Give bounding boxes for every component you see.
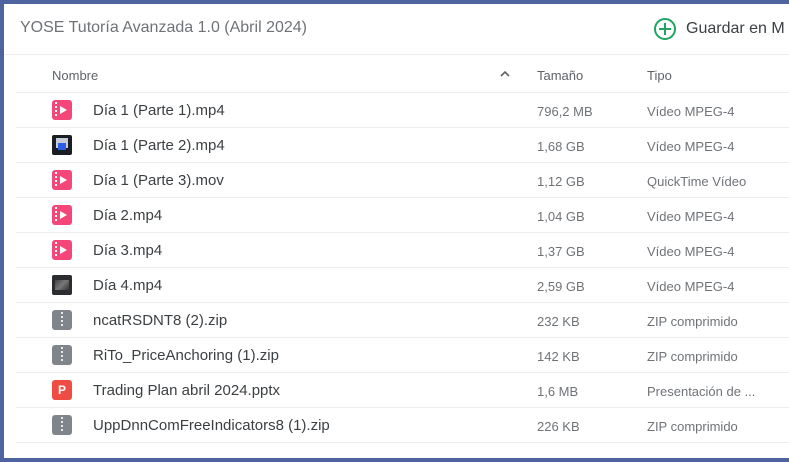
video-file-icon [52,240,72,260]
file-size: 1,12 GB [537,174,585,189]
file-size: 1,68 GB [537,139,585,154]
file-row[interactable]: Día 2.mp4 1,04 GB Vídeo MPEG-4 [16,198,789,233]
file-row[interactable]: P Trading Plan abril 2024.pptx 1,6 MB Pr… [16,373,789,408]
file-name: Día 4.mp4 [93,277,163,294]
add-circle-icon [654,18,676,40]
column-header-row: Nombre Tamaño Tipo [16,56,789,93]
zip-file-icon [52,415,72,435]
file-name: Trading Plan abril 2024.pptx [93,382,281,399]
folder-header: YOSE Tutoría Avanzada 1.0 (Abril 2024) G… [4,4,789,55]
file-row[interactable]: Día 4.mp4 2,59 GB Vídeo MPEG-4 [16,268,789,303]
file-type: ZIP comprimido [647,314,738,329]
file-type: ZIP comprimido [647,349,738,364]
file-size: 1,04 GB [537,209,585,224]
file-type: ZIP comprimido [647,419,738,434]
file-row[interactable]: Día 1 (Parte 3).mov 1,12 GB QuickTime Ví… [16,163,789,198]
file-list: Nombre Tamaño Tipo Día 1 (Parte 1).mp4 7… [16,56,789,443]
file-row[interactable]: ncatRSDNT8 (2).zip 232 KB ZIP comprimido [16,303,789,338]
file-size: 1,6 MB [537,384,579,399]
save-to-label: Guardar en M [686,20,785,37]
file-row[interactable]: Día 3.mp4 1,37 GB Vídeo MPEG-4 [16,233,789,268]
file-row[interactable]: UppDnnComFreeIndicators8 (1).zip 226 KB … [16,408,789,443]
file-row[interactable]: RiTo_PriceAnchoring (1).zip 142 KB ZIP c… [16,338,789,373]
file-name: UppDnnComFreeIndicators8 (1).zip [93,417,330,434]
video-file-icon [52,100,72,120]
pptx-file-icon: P [52,380,72,400]
file-size: 796,2 MB [537,104,593,119]
column-header-size[interactable]: Tamaño [537,68,583,83]
file-name: Día 2.mp4 [93,207,163,224]
file-row[interactable]: Día 1 (Parte 2).mp4 1,68 GB Vídeo MPEG-4 [16,128,789,163]
file-size: 1,37 GB [537,244,585,259]
file-name: Día 3.mp4 [93,242,163,259]
file-name: Día 1 (Parte 2).mp4 [93,137,225,154]
file-name: ncatRSDNT8 (2).zip [93,312,228,329]
file-type: QuickTime Vídeo [647,174,747,189]
folder-title: YOSE Tutoría Avanzada 1.0 (Abril 2024) [20,19,307,36]
file-type: Vídeo MPEG-4 [647,244,735,259]
window-frame: YOSE Tutoría Avanzada 1.0 (Abril 2024) G… [0,0,789,462]
file-type: Presentación de ... [647,384,756,399]
file-type: Vídeo MPEG-4 [647,209,735,224]
file-name: Día 1 (Parte 1).mp4 [93,102,225,119]
file-browser-panel: YOSE Tutoría Avanzada 1.0 (Abril 2024) G… [4,4,789,458]
file-type: Vídeo MPEG-4 [647,104,735,119]
video-file-icon [52,205,72,225]
file-name: Día 1 (Parte 3).mov [93,172,224,189]
sort-ascending-icon[interactable] [500,66,510,80]
video-thumbnail-icon [52,135,72,155]
file-row[interactable]: Día 1 (Parte 1).mp4 796,2 MB Vídeo MPEG-… [16,93,789,128]
file-size: 142 KB [537,349,580,364]
zip-file-icon [52,310,72,330]
file-size: 2,59 GB [537,279,585,294]
file-name: RiTo_PriceAnchoring (1).zip [93,347,279,364]
zip-file-icon [52,345,72,365]
video-file-icon [52,170,72,190]
video-thumbnail-icon [52,275,72,295]
save-to-button[interactable]: Guardar en M [654,16,785,42]
file-type: Vídeo MPEG-4 [647,139,735,154]
column-header-type[interactable]: Tipo [647,68,672,83]
file-size: 232 KB [537,314,580,329]
file-type: Vídeo MPEG-4 [647,279,735,294]
column-header-name[interactable]: Nombre [52,68,98,83]
file-size: 226 KB [537,419,580,434]
